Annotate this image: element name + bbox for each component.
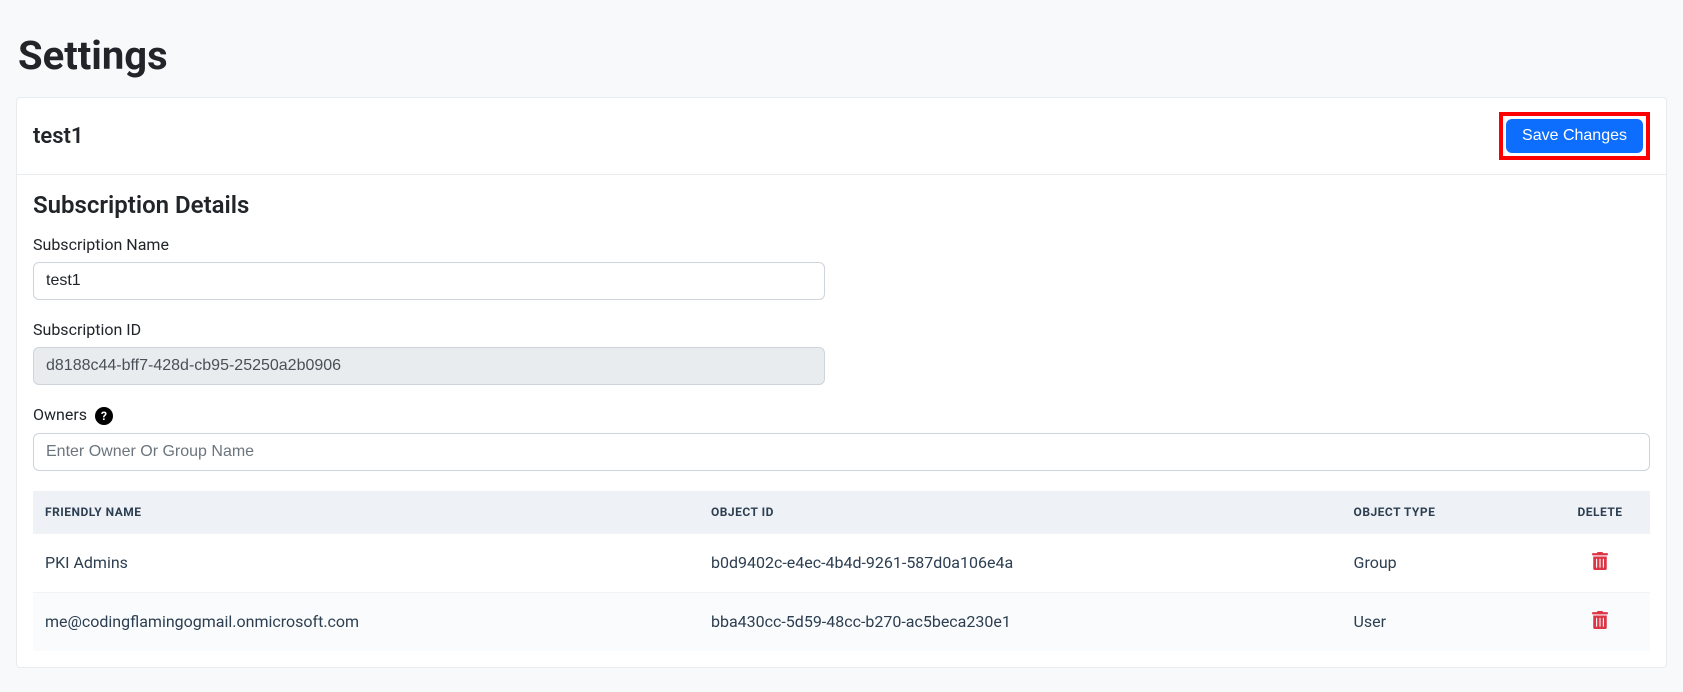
table-header-row: Friendly Name Object ID Object Type Dele… bbox=[33, 491, 1650, 534]
trash-icon[interactable] bbox=[1592, 611, 1608, 629]
subscription-name-group: Subscription Name bbox=[33, 235, 1650, 300]
page-title: Settings bbox=[0, 0, 1683, 97]
cell-object-id: b0d9402c-e4ec-4b4d-9261-587d0a106e4a bbox=[699, 533, 1342, 592]
col-object-id: Object ID bbox=[699, 491, 1342, 534]
save-button-highlight: Save Changes bbox=[1499, 112, 1650, 160]
card-body: Subscription Details Subscription Name S… bbox=[17, 175, 1666, 667]
col-object-type: Object Type bbox=[1342, 491, 1550, 534]
subscription-name-label: Subscription Name bbox=[33, 235, 1650, 254]
cell-object-id: bba430cc-5d59-48cc-b270-ac5beca230e1 bbox=[699, 592, 1342, 651]
col-friendly-name: Friendly Name bbox=[33, 491, 699, 534]
owners-group: Owners ? bbox=[33, 405, 1650, 471]
cell-delete bbox=[1550, 533, 1650, 592]
card-header-title: test1 bbox=[33, 124, 84, 149]
card-header: test1 Save Changes bbox=[17, 98, 1666, 175]
cell-friendly-name: me@codingflamingogmail.onmicrosoft.com bbox=[33, 592, 699, 651]
cell-object-type: User bbox=[1342, 592, 1550, 651]
owners-input[interactable] bbox=[33, 433, 1650, 471]
settings-card: test1 Save Changes Subscription Details … bbox=[16, 97, 1667, 668]
subscription-id-group: Subscription ID bbox=[33, 320, 1650, 385]
table-row: PKI Admins b0d9402c-e4ec-4b4d-9261-587d0… bbox=[33, 533, 1650, 592]
trash-icon[interactable] bbox=[1592, 552, 1608, 570]
owners-label-text: Owners bbox=[33, 405, 87, 424]
table-row: me@codingflamingogmail.onmicrosoft.com b… bbox=[33, 592, 1650, 651]
save-button[interactable]: Save Changes bbox=[1506, 119, 1643, 153]
owners-table: Friendly Name Object ID Object Type Dele… bbox=[33, 491, 1650, 651]
col-delete: Delete bbox=[1550, 491, 1650, 534]
cell-friendly-name: PKI Admins bbox=[33, 533, 699, 592]
cell-object-type: Group bbox=[1342, 533, 1550, 592]
subscription-id-label: Subscription ID bbox=[33, 320, 1650, 339]
help-icon[interactable]: ? bbox=[95, 407, 113, 425]
owners-label: Owners ? bbox=[33, 405, 1650, 425]
subscription-id-input bbox=[33, 347, 825, 385]
cell-delete bbox=[1550, 592, 1650, 651]
subscription-details-title: Subscription Details bbox=[33, 191, 1650, 219]
subscription-name-input[interactable] bbox=[33, 262, 825, 300]
